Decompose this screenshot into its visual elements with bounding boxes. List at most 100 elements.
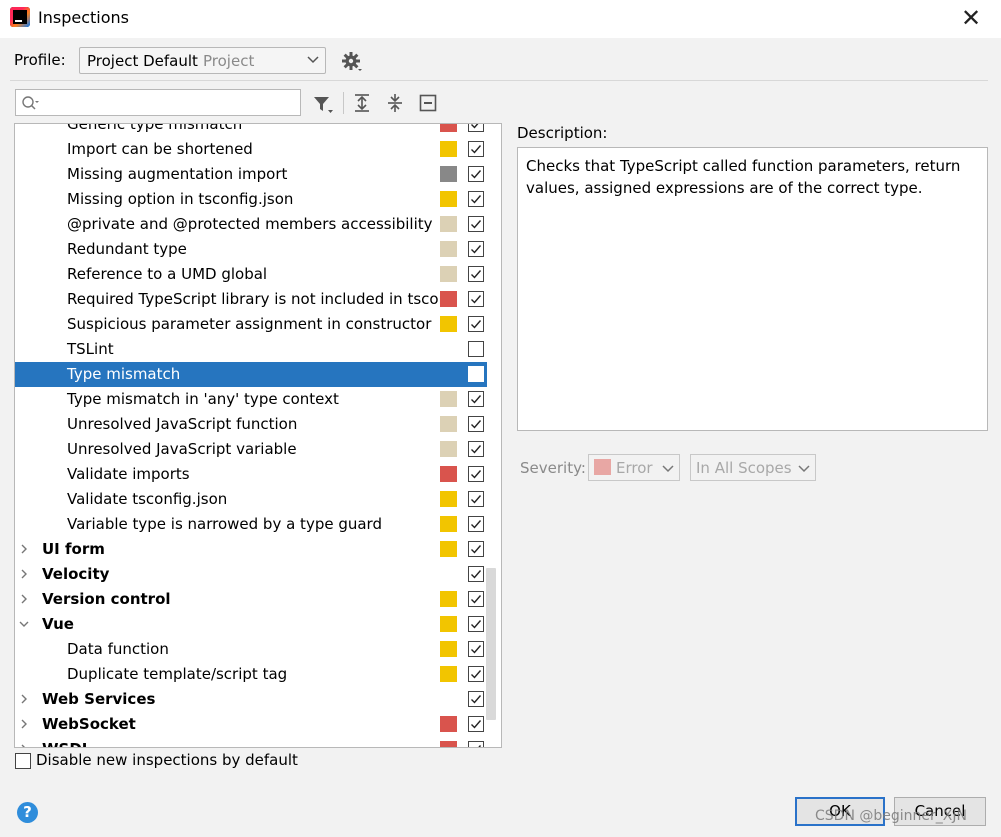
profile-dropdown[interactable]: Project Default Project	[79, 47, 326, 74]
description-panel: Checks that TypeScript called function p…	[517, 147, 988, 431]
enable-checkbox[interactable]	[468, 541, 484, 557]
tree-group-row[interactable]: Version control	[15, 587, 487, 612]
severity-swatch	[440, 416, 457, 432]
tree-row-label: Suspicious parameter assignment in const…	[67, 315, 432, 333]
tree-group-row[interactable]: WebSocket	[15, 712, 487, 737]
chevron-right-icon[interactable]	[19, 594, 29, 604]
close-button[interactable]: ✕	[958, 4, 984, 32]
chevron-right-icon[interactable]	[19, 694, 29, 704]
tree-scrollbar[interactable]	[486, 568, 496, 720]
collapse-icon[interactable]	[385, 93, 405, 113]
gear-icon[interactable]	[340, 50, 364, 74]
chevron-right-icon[interactable]	[19, 569, 29, 579]
enable-checkbox[interactable]	[468, 166, 484, 182]
chevron-down-icon	[798, 465, 810, 473]
enable-checkbox[interactable]	[468, 641, 484, 657]
enable-checkbox[interactable]	[468, 416, 484, 432]
severity-swatch	[440, 316, 457, 332]
tree-group-row[interactable]: Vue	[15, 612, 487, 637]
tree-row[interactable]: Validate imports	[15, 462, 487, 487]
tree-row-label: Reference to a UMD global	[67, 265, 268, 283]
tree-row[interactable]: Required TypeScript library is not inclu…	[15, 287, 487, 312]
tree-row-label: Variable type is narrowed by a type guar…	[67, 515, 382, 533]
tree-row[interactable]: Duplicate template/script tag	[15, 662, 487, 687]
enable-checkbox[interactable]	[468, 616, 484, 632]
checkmark-icon	[471, 520, 482, 529]
enable-checkbox[interactable]	[468, 266, 484, 282]
tree-group-row[interactable]: Velocity	[15, 562, 487, 587]
checkmark-icon	[471, 320, 482, 329]
checkmark-icon	[471, 545, 482, 554]
tree-row[interactable]: Type mismatch	[15, 362, 487, 387]
enable-checkbox[interactable]	[468, 341, 484, 357]
chevron-right-icon[interactable]	[19, 544, 29, 554]
search-input[interactable]	[15, 89, 301, 116]
tree-group-row[interactable]: WSDL	[15, 737, 487, 748]
help-icon[interactable]: ?	[17, 802, 38, 823]
chevron-right-icon[interactable]	[19, 744, 29, 748]
enable-checkbox[interactable]	[468, 566, 484, 582]
tree-row[interactable]: Missing option in tsconfig.json	[15, 187, 487, 212]
tree-group-row[interactable]: Web Services	[15, 687, 487, 712]
scope-dropdown[interactable]: In All Scopes	[690, 454, 816, 481]
enable-checkbox[interactable]	[468, 241, 484, 257]
filter-icon[interactable]	[312, 93, 334, 115]
tree-row-label: Missing augmentation import	[67, 165, 288, 183]
enable-checkbox[interactable]	[468, 691, 484, 707]
enable-checkbox[interactable]	[468, 466, 484, 482]
inspection-tree[interactable]: Generic type mismatch Import can be short…	[14, 123, 502, 748]
tree-row-label: Vue	[42, 615, 74, 633]
enable-checkbox[interactable]	[468, 191, 484, 207]
tree-row-label: Redundant type	[67, 240, 187, 258]
tree-row[interactable]: Reference to a UMD global	[15, 262, 487, 287]
enable-checkbox[interactable]	[468, 366, 484, 382]
chevron-down-icon[interactable]	[19, 619, 29, 629]
tree-row[interactable]: Import can be shortened	[15, 137, 487, 162]
enable-checkbox[interactable]	[468, 591, 484, 607]
enable-checkbox[interactable]	[468, 291, 484, 307]
tree-row[interactable]: Suspicious parameter assignment in const…	[15, 312, 487, 337]
enable-checkbox[interactable]	[468, 316, 484, 332]
checkmark-icon	[471, 420, 482, 429]
tree-row[interactable]: Type mismatch in 'any' type context	[15, 387, 487, 412]
tree-row[interactable]: Variable type is narrowed by a type guar…	[15, 512, 487, 537]
tree-row[interactable]: Validate tsconfig.json	[15, 487, 487, 512]
severity-swatch	[440, 241, 457, 257]
enable-checkbox[interactable]	[468, 124, 484, 132]
severity-swatch	[440, 191, 457, 207]
tree-row[interactable]: Data function	[15, 637, 487, 662]
tree-row[interactable]: Redundant type	[15, 237, 487, 262]
tree-row-label: TSLint	[67, 340, 114, 358]
checkmark-icon	[471, 445, 482, 454]
enable-checkbox[interactable]	[468, 741, 484, 747]
checkmark-icon	[471, 395, 482, 404]
chevron-right-icon[interactable]	[19, 719, 29, 729]
tree-row[interactable]: Unresolved JavaScript variable	[15, 437, 487, 462]
enable-checkbox[interactable]	[468, 441, 484, 457]
expand-all-icon[interactable]	[352, 93, 372, 113]
enable-checkbox[interactable]	[468, 391, 484, 407]
watermark: CSDN @beginner_XJN	[815, 808, 967, 824]
checkmark-icon	[471, 170, 482, 179]
tree-row-label: Unresolved JavaScript function	[67, 415, 298, 433]
collapse-all-icon[interactable]	[418, 93, 438, 113]
enable-checkbox[interactable]	[468, 516, 484, 532]
enable-checkbox[interactable]	[468, 216, 484, 232]
enable-checkbox[interactable]	[468, 491, 484, 507]
tree-row[interactable]: Generic type mismatch	[15, 124, 487, 137]
tree-row-label: Import can be shortened	[67, 140, 253, 158]
tree-row[interactable]: TSLint	[15, 337, 487, 362]
severity-swatch	[440, 266, 457, 282]
enable-checkbox[interactable]	[468, 141, 484, 157]
tree-row-label: Velocity	[42, 565, 110, 583]
tree-row[interactable]: Missing augmentation import	[15, 162, 487, 187]
tree-row[interactable]: @private and @protected members accessib…	[15, 212, 487, 237]
tree-group-row[interactable]: UI form	[15, 537, 487, 562]
enable-checkbox[interactable]	[468, 716, 484, 732]
disable-new-checkbox[interactable]	[15, 753, 31, 769]
severity-dropdown[interactable]: Error	[588, 454, 680, 481]
enable-checkbox[interactable]	[468, 666, 484, 682]
tree-row-label: WSDL	[42, 740, 91, 747]
tree-row-label: Validate tsconfig.json	[67, 490, 228, 508]
tree-row[interactable]: Unresolved JavaScript function	[15, 412, 487, 437]
